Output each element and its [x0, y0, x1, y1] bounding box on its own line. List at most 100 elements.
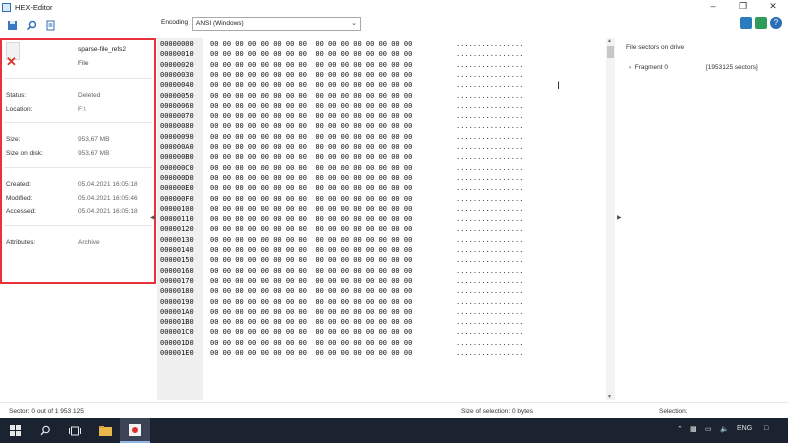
hex-ascii[interactable]: ................ — [456, 50, 523, 58]
hex-bytes[interactable]: 00 00 00 00 00 00 00 00 00 00 00 00 00 0… — [210, 184, 412, 192]
hex-row[interactable]: 000001A0 00 00 00 00 00 00 00 00 00 00 00… — [157, 308, 617, 318]
hex-ascii[interactable]: ................ — [456, 122, 523, 130]
hex-row[interactable]: 000001D0 00 00 00 00 00 00 00 00 00 00 00… — [157, 339, 617, 349]
hex-ascii[interactable]: ................ — [456, 339, 523, 347]
hex-bytes[interactable]: 00 00 00 00 00 00 00 00 00 00 00 00 00 0… — [210, 164, 412, 172]
hex-ascii[interactable]: ................ — [456, 277, 523, 285]
hex-row[interactable]: 00000080 00 00 00 00 00 00 00 00 00 00 00… — [157, 122, 617, 132]
hex-bytes[interactable]: 00 00 00 00 00 00 00 00 00 00 00 00 00 0… — [210, 246, 412, 254]
hex-ascii[interactable]: ................ — [456, 184, 523, 192]
hex-ascii[interactable]: ................ — [456, 61, 523, 69]
hex-bytes[interactable]: 00 00 00 00 00 00 00 00 00 00 00 00 00 0… — [210, 195, 412, 203]
recovery-icon[interactable] — [740, 17, 752, 29]
hex-ascii[interactable]: ................ — [456, 81, 523, 89]
hex-ascii[interactable]: ................ — [456, 246, 523, 254]
hex-row[interactable]: 000000F0 00 00 00 00 00 00 00 00 00 00 00… — [157, 195, 617, 205]
hex-row[interactable]: 000000C0 00 00 00 00 00 00 00 00 00 00 00… — [157, 164, 617, 174]
encoding-select[interactable]: ANSI (Windows) ⌄ — [192, 17, 361, 31]
save-icon[interactable] — [6, 19, 19, 32]
hex-bytes[interactable]: 00 00 00 00 00 00 00 00 00 00 00 00 00 0… — [210, 61, 412, 69]
hex-row[interactable]: 000000A0 00 00 00 00 00 00 00 00 00 00 00… — [157, 143, 617, 153]
hex-row[interactable]: 000000E0 00 00 00 00 00 00 00 00 00 00 00… — [157, 184, 617, 194]
search-icon[interactable] — [25, 19, 38, 32]
hex-bytes[interactable]: 00 00 00 00 00 00 00 00 00 00 00 00 00 0… — [210, 225, 412, 233]
scrollbar-thumb[interactable] — [607, 46, 614, 58]
hex-row[interactable]: 00000140 00 00 00 00 00 00 00 00 00 00 00… — [157, 246, 617, 256]
hex-bytes[interactable]: 00 00 00 00 00 00 00 00 00 00 00 00 00 0… — [210, 81, 412, 89]
minimize-button[interactable]: – — [698, 0, 728, 14]
hex-bytes[interactable]: 00 00 00 00 00 00 00 00 00 00 00 00 00 0… — [210, 298, 412, 306]
help-icon[interactable]: ? — [770, 17, 782, 29]
task-view-icon[interactable] — [60, 418, 90, 443]
restore-button[interactable]: ❐ — [728, 0, 758, 14]
hex-row[interactable]: 00000100 00 00 00 00 00 00 00 00 00 00 00… — [157, 205, 617, 215]
hex-bytes[interactable]: 00 00 00 00 00 00 00 00 00 00 00 00 00 0… — [210, 92, 412, 100]
hex-bytes[interactable]: 00 00 00 00 00 00 00 00 00 00 00 00 00 0… — [210, 318, 412, 326]
hex-bytes[interactable]: 00 00 00 00 00 00 00 00 00 00 00 00 00 0… — [210, 277, 412, 285]
hex-row[interactable]: 00000110 00 00 00 00 00 00 00 00 00 00 00… — [157, 215, 617, 225]
hex-bytes[interactable]: 00 00 00 00 00 00 00 00 00 00 00 00 00 0… — [210, 349, 412, 357]
hex-row[interactable]: 00000120 00 00 00 00 00 00 00 00 00 00 00… — [157, 225, 617, 235]
hex-ascii[interactable]: ................ — [456, 112, 523, 120]
hex-row[interactable]: 00000070 00 00 00 00 00 00 00 00 00 00 00… — [157, 112, 617, 122]
hex-bytes[interactable]: 00 00 00 00 00 00 00 00 00 00 00 00 00 0… — [210, 308, 412, 316]
hex-ascii[interactable]: ................ — [456, 349, 523, 357]
hex-row[interactable]: 00000170 00 00 00 00 00 00 00 00 00 00 00… — [157, 277, 617, 287]
hex-ascii[interactable]: ................ — [456, 71, 523, 79]
hex-bytes[interactable]: 00 00 00 00 00 00 00 00 00 00 00 00 00 0… — [210, 236, 412, 244]
hex-ascii[interactable]: ................ — [456, 256, 523, 264]
network-icon[interactable]: ▩ — [690, 425, 697, 433]
hex-bytes[interactable]: 00 00 00 00 00 00 00 00 00 00 00 00 00 0… — [210, 328, 412, 336]
hex-ascii[interactable]: ................ — [456, 133, 523, 141]
hex-row[interactable]: 00000060 00 00 00 00 00 00 00 00 00 00 00… — [157, 102, 617, 112]
hex-bytes[interactable]: 00 00 00 00 00 00 00 00 00 00 00 00 00 0… — [210, 267, 412, 275]
hex-row[interactable]: 00000190 00 00 00 00 00 00 00 00 00 00 00… — [157, 298, 617, 308]
hex-row[interactable]: 000000B0 00 00 00 00 00 00 00 00 00 00 00… — [157, 153, 617, 163]
hex-bytes[interactable]: 00 00 00 00 00 00 00 00 00 00 00 00 00 0… — [210, 287, 412, 295]
hex-scrollbar[interactable]: ▲ ▼ — [606, 38, 615, 400]
hex-row[interactable]: 00000030 00 00 00 00 00 00 00 00 00 00 00… — [157, 71, 617, 81]
hex-ascii[interactable]: ................ — [456, 92, 523, 100]
fragment-item[interactable]: › Fragment 0 — [629, 64, 668, 71]
hex-bytes[interactable]: 00 00 00 00 00 00 00 00 00 00 00 00 00 0… — [210, 71, 412, 79]
hex-ascii[interactable]: ................ — [456, 102, 523, 110]
hex-row[interactable]: 00000150 00 00 00 00 00 00 00 00 00 00 00… — [157, 256, 617, 266]
hex-ascii[interactable]: ................ — [456, 143, 523, 151]
hex-row[interactable]: 00000050 00 00 00 00 00 00 00 00 00 00 00… — [157, 92, 617, 102]
collapse-left-panel-icon[interactable]: ◀ — [150, 214, 155, 221]
volume-icon[interactable]: 🔈 — [720, 425, 729, 433]
hex-row[interactable]: 00000130 00 00 00 00 00 00 00 00 00 00 00… — [157, 236, 617, 246]
hex-ascii[interactable]: ................ — [456, 195, 523, 203]
hex-row[interactable]: 00000010 00 00 00 00 00 00 00 00 00 00 00… — [157, 50, 617, 60]
tray-chevron-up-icon[interactable]: ⌃ — [677, 425, 683, 433]
language-indicator[interactable]: ENG — [737, 425, 752, 432]
hex-ascii[interactable]: ................ — [456, 205, 523, 213]
hex-ascii[interactable]: ................ — [456, 153, 523, 161]
hex-row[interactable]: 00000160 00 00 00 00 00 00 00 00 00 00 00… — [157, 267, 617, 277]
hex-ascii[interactable]: ................ — [456, 328, 523, 336]
hex-row[interactable]: 000001B0 00 00 00 00 00 00 00 00 00 00 00… — [157, 318, 617, 328]
hex-ascii[interactable]: ................ — [456, 225, 523, 233]
windows-start-icon[interactable] — [0, 418, 30, 443]
file-explorer-icon[interactable] — [90, 418, 120, 443]
search-icon[interactable] — [30, 418, 60, 443]
hex-ascii[interactable]: ................ — [456, 308, 523, 316]
hex-bytes[interactable]: 00 00 00 00 00 00 00 00 00 00 00 00 00 0… — [210, 205, 412, 213]
hex-bytes[interactable]: 00 00 00 00 00 00 00 00 00 00 00 00 00 0… — [210, 143, 412, 151]
hex-ascii[interactable]: ................ — [456, 40, 523, 48]
hex-ascii[interactable]: ................ — [456, 318, 523, 326]
close-button[interactable]: ✕ — [758, 0, 788, 14]
battery-icon[interactable]: ▭ — [705, 425, 712, 433]
hex-bytes[interactable]: 00 00 00 00 00 00 00 00 00 00 00 00 00 0… — [210, 256, 412, 264]
scroll-up-icon[interactable]: ▲ — [607, 38, 612, 44]
hex-row[interactable]: 00000090 00 00 00 00 00 00 00 00 00 00 00… — [157, 133, 617, 143]
hex-row[interactable]: 00000020 00 00 00 00 00 00 00 00 00 00 00… — [157, 61, 617, 71]
hex-row[interactable]: 00000180 00 00 00 00 00 00 00 00 00 00 00… — [157, 287, 617, 297]
hex-ascii[interactable]: ................ — [456, 298, 523, 306]
hex-row[interactable]: 000000D0 00 00 00 00 00 00 00 00 00 00 00… — [157, 174, 617, 184]
hex-ascii[interactable]: ................ — [456, 236, 523, 244]
hex-row[interactable]: 000001C0 00 00 00 00 00 00 00 00 00 00 00… — [157, 328, 617, 338]
hex-bytes[interactable]: 00 00 00 00 00 00 00 00 00 00 00 00 00 0… — [210, 122, 412, 130]
document-icon[interactable] — [44, 19, 57, 32]
hex-ascii[interactable]: ................ — [456, 215, 523, 223]
